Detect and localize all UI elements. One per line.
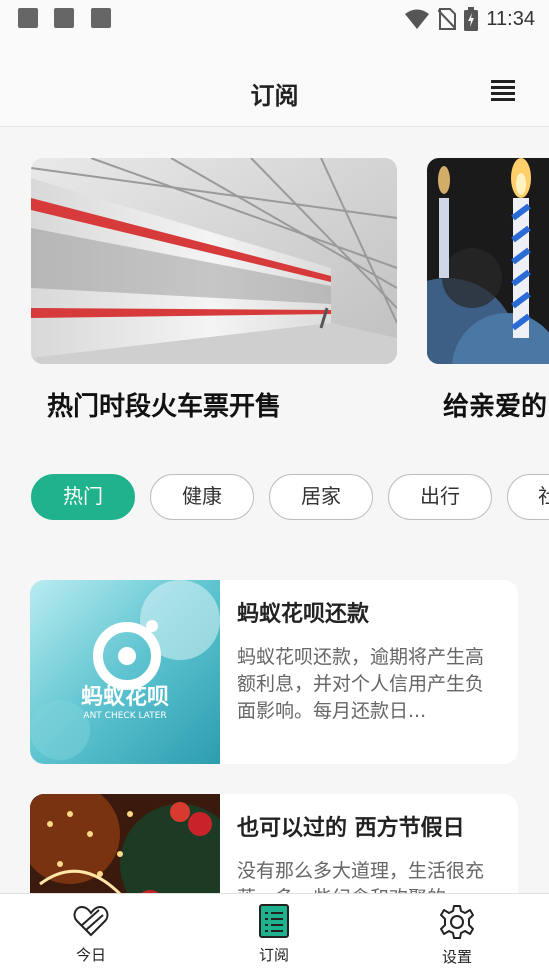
app-header: 订阅 xyxy=(0,38,549,127)
clock: 11:34 xyxy=(486,7,535,30)
birthday-cake-image xyxy=(427,158,549,364)
article-title: 蚂蚁花呗还款 xyxy=(237,602,370,627)
chip-hot[interactable]: 热门 xyxy=(31,474,135,520)
chip-health[interactable]: 健康 xyxy=(150,474,254,520)
status-bar: 11:34 xyxy=(0,0,549,38)
article-desc: 没有那么多大道理，生活很充落，多一些纪念和欢聚的 xyxy=(237,860,485,893)
tab-today[interactable]: 今日 xyxy=(46,904,136,965)
chip-social[interactable]: 社 xyxy=(507,474,549,520)
menu-icon[interactable] xyxy=(491,80,515,101)
train-station-image xyxy=(31,158,397,364)
gear-icon xyxy=(440,905,474,939)
banner-card[interactable]: 热门时段火车票开售 xyxy=(31,158,397,423)
logo-text: 蚂蚁花呗 xyxy=(81,684,169,710)
banner-carousel[interactable]: 热门时段火车票开售 给亲爱的 xyxy=(0,127,549,447)
notification-icon xyxy=(54,8,74,28)
chip-home[interactable]: 居家 xyxy=(269,474,373,520)
category-tabs: 热门 健康 居家 出行 社 xyxy=(0,474,549,520)
tab-label: 今日 xyxy=(75,946,106,964)
tab-subscribe[interactable]: 订阅 xyxy=(229,904,319,965)
notification-icon xyxy=(91,8,111,28)
article-list: 蚂蚁花呗 ANT CHECK LATER 蚂蚁花呗还款 蚂蚁花呗还款，逾期将产生… xyxy=(0,580,549,893)
banner-card[interactable]: 给亲爱的 xyxy=(427,158,549,423)
article-card[interactable]: 也可以过的 西方节假日 没有那么多大道理，生活很充落，多一些纪念和欢聚的 xyxy=(30,794,518,893)
tab-label: 设置 xyxy=(441,948,472,966)
wifi-icon xyxy=(405,9,430,29)
chip-travel[interactable]: 出行 xyxy=(388,474,492,520)
no-sim-icon xyxy=(438,8,457,30)
article-card[interactable]: 蚂蚁花呗 ANT CHECK LATER 蚂蚁花呗还款 蚂蚁花呗还款，逾期将产生… xyxy=(30,580,518,764)
ant-check-later-image: 蚂蚁花呗 ANT CHECK LATER xyxy=(30,580,220,764)
list-icon xyxy=(259,904,289,938)
banner-caption: 热门时段火车票开售 xyxy=(47,392,282,422)
bottom-tab-bar: 今日 订阅 设置 xyxy=(0,893,549,976)
christmas-image xyxy=(30,794,240,893)
heart-icon xyxy=(73,905,109,937)
article-desc: 蚂蚁花呗还款，逾期将产生高额利息，并对个人信用产生负面影响。每月还款日... xyxy=(237,646,485,722)
tab-settings[interactable]: 设置 xyxy=(412,904,502,967)
page-title: 订阅 xyxy=(250,82,299,110)
article-title: 也可以过的 西方节假日 xyxy=(237,816,465,841)
tab-label: 订阅 xyxy=(258,946,289,964)
banner-caption: 给亲爱的 xyxy=(443,392,548,422)
logo-subtext: ANT CHECK LATER xyxy=(83,711,166,721)
battery-charging-icon xyxy=(464,7,479,31)
notification-icon xyxy=(18,8,38,28)
